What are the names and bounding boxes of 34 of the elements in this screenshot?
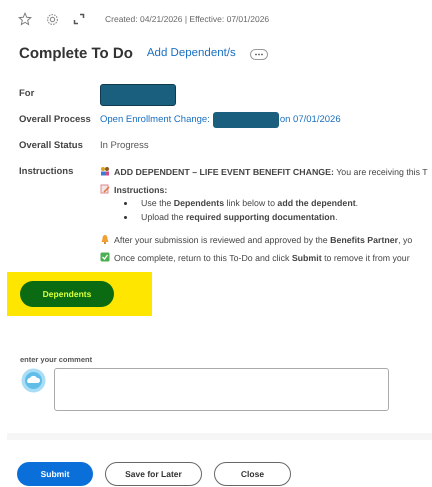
submit-button[interactable]: Submit [17,462,93,486]
bullet-text: Upload the required supporting documentation. [141,211,338,224]
memo-icon [100,184,110,194]
page-title: Complete To Do [19,44,133,64]
process-link[interactable]: Open Enrollment Change: [100,110,210,130]
process-date: on 07/01/2026 [280,113,341,127]
secondary-button[interactable]: Close [214,462,291,486]
dependents-button[interactable]: Dependents [20,281,114,307]
settings-icon[interactable] [46,12,59,26]
secondary-button[interactable]: Save for Later [105,462,202,486]
created-effective-dates: Created: 04/21/2026 | Effective: 07/01/2026 [105,12,270,26]
field-label: Instructions [19,165,74,179]
more-icon [254,52,264,56]
field-label: For [19,87,36,101]
field-label: Overall Process [19,113,92,127]
field-label: Overall Status [19,139,84,153]
bullet-icon [124,216,127,218]
bell-icon [100,234,110,244]
comment-field[interactable] [54,368,389,412]
star-icon[interactable] [18,12,32,26]
bullet-text: Use the Dependents link below to add the dependent. [141,197,358,210]
avatar-icon [21,368,46,394]
checkbox-icon [100,252,110,262]
instruction-text: Instructions: [114,184,168,196]
more-options-button[interactable] [250,48,268,60]
people-icon [100,166,110,176]
redaction-block [212,112,279,128]
instruction-text: Once complete, return to this To-Do and click Submit to remove it from your [114,252,410,264]
expand-icon[interactable] [73,13,85,25]
instruction-text: ADD DEPENDENT – LIFE EVENT BENEFIT CHANGE: You are receiving this T [114,166,428,178]
bullet-icon [124,202,127,204]
instruction-text: After your submission is reviewed and approved by the Benefits Partner, yo [114,234,412,246]
add-dependent-link[interactable]: Add Dependent/s [146,45,236,63]
status-value: In Progress [100,139,149,153]
